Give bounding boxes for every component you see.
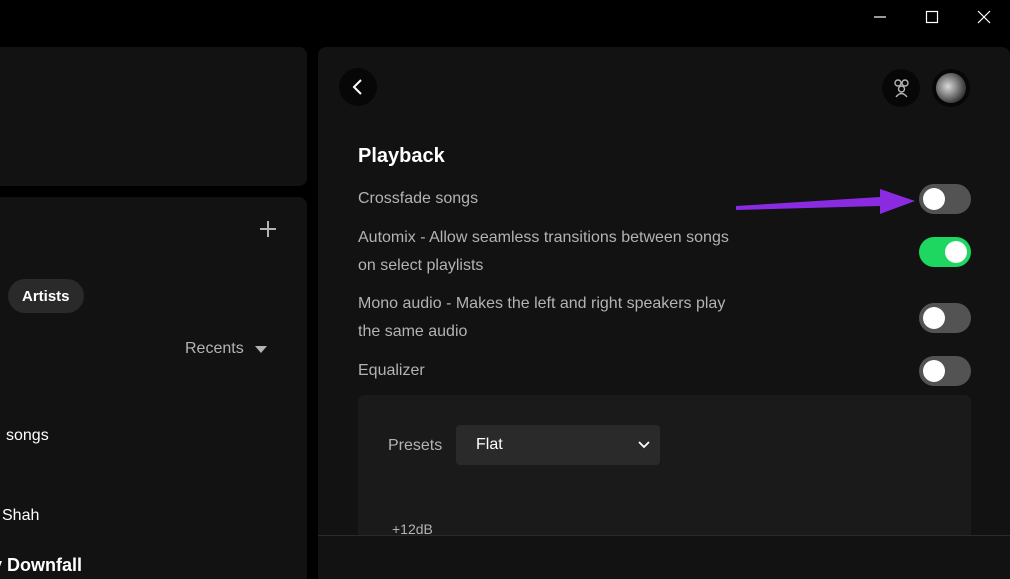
presets-label: Presets: [388, 437, 443, 454]
toggle-knob: [923, 188, 945, 210]
settings-panel: Playback Crossfade songs Automix - Allow…: [318, 47, 1010, 579]
automix-toggle[interactable]: [919, 237, 971, 267]
friends-icon: [894, 79, 909, 98]
presets-select[interactable]: Flat: [456, 425, 660, 465]
create-playlist-button[interactable]: [256, 217, 280, 241]
library-item-prefix: y: [0, 555, 7, 575]
now-playing-bar-edge: [318, 535, 1010, 579]
chevron-left-icon: [352, 79, 362, 95]
sort-label: Recents: [185, 340, 244, 357]
close-button[interactable]: [958, 0, 1010, 34]
back-button[interactable]: [339, 68, 377, 106]
sort-dropdown[interactable]: Recents: [185, 340, 268, 358]
filter-chip-artists[interactable]: Artists: [8, 279, 84, 313]
toggle-knob: [923, 360, 945, 382]
library-item[interactable]: y Downfall: [0, 555, 82, 576]
toggle-knob: [923, 307, 945, 329]
user-avatar-button[interactable]: [932, 69, 970, 107]
section-title-playback: Playback: [358, 145, 445, 167]
library-item-label: Downfall: [7, 555, 83, 575]
library-item[interactable]: Shah: [2, 507, 39, 525]
presets-select-value: Flat: [476, 436, 503, 453]
library-item[interactable]: songs: [6, 427, 49, 445]
automix-label: Automix - Allow seamless transitions bet…: [358, 229, 729, 274]
library-panel: Artists Recents songs Shah y Downfall: [0, 197, 307, 579]
crossfade-toggle[interactable]: [919, 184, 971, 214]
mono-audio-label: Mono audio - Makes the left and right sp…: [358, 295, 726, 340]
maximize-icon: [925, 10, 939, 24]
equalizer-label: Equalizer: [358, 362, 425, 379]
title-bar: [0, 0, 1010, 34]
close-icon: [977, 10, 991, 24]
minimize-button[interactable]: [854, 0, 906, 34]
crossfade-label: Crossfade songs: [358, 190, 479, 207]
equalizer-toggle[interactable]: [919, 356, 971, 386]
mono-audio-toggle[interactable]: [919, 303, 971, 333]
maximize-button[interactable]: [906, 0, 958, 34]
caret-down-icon: [254, 346, 267, 353]
friend-activity-button[interactable]: [882, 69, 920, 107]
chevron-down-icon: [638, 441, 650, 449]
toggle-knob: [945, 241, 967, 263]
minimize-icon: [874, 16, 886, 18]
plus-icon: [260, 221, 276, 237]
nav-panel: [0, 47, 307, 186]
avatar: [936, 73, 966, 103]
